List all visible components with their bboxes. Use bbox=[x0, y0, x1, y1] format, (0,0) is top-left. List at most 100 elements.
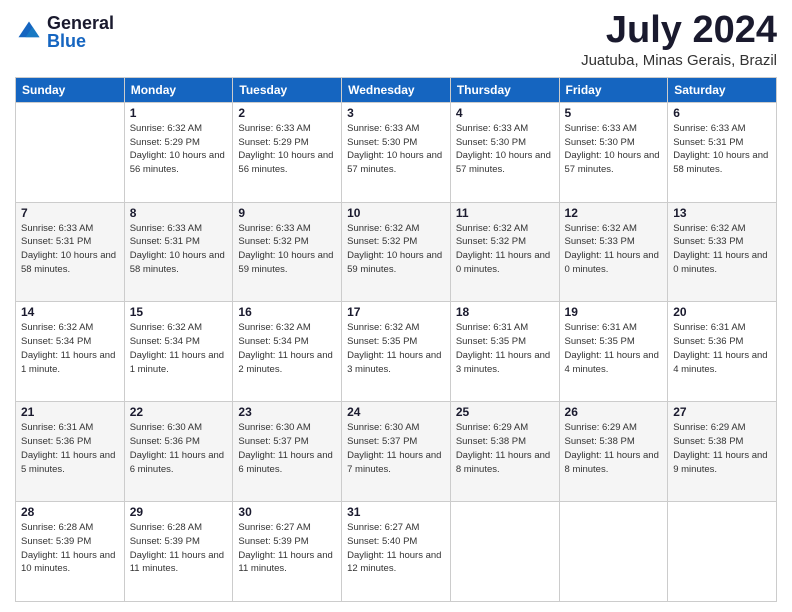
calendar-cell bbox=[668, 502, 777, 602]
day-info: Sunrise: 6:32 AM Sunset: 5:29 PM Dayligh… bbox=[130, 122, 228, 177]
day-info: Sunrise: 6:31 AM Sunset: 5:36 PM Dayligh… bbox=[21, 421, 119, 476]
calendar-cell: 5 Sunrise: 6:33 AM Sunset: 5:30 PM Daylig… bbox=[559, 102, 668, 202]
calendar-cell: 19 Sunrise: 6:31 AM Sunset: 5:35 PM Dayli… bbox=[559, 302, 668, 402]
day-number: 23 bbox=[238, 405, 336, 419]
calendar-cell: 23 Sunrise: 6:30 AM Sunset: 5:37 PM Dayli… bbox=[233, 402, 342, 502]
month-title: July 2024 bbox=[581, 10, 777, 52]
day-info: Sunrise: 6:33 AM Sunset: 5:30 PM Dayligh… bbox=[565, 122, 663, 177]
day-number: 10 bbox=[347, 206, 445, 220]
day-info: Sunrise: 6:32 AM Sunset: 5:32 PM Dayligh… bbox=[347, 222, 445, 277]
calendar-cell: 3 Sunrise: 6:33 AM Sunset: 5:30 PM Daylig… bbox=[342, 102, 451, 202]
calendar-header-thursday: Thursday bbox=[450, 77, 559, 102]
day-number: 17 bbox=[347, 305, 445, 319]
day-number: 9 bbox=[238, 206, 336, 220]
day-info: Sunrise: 6:33 AM Sunset: 5:29 PM Dayligh… bbox=[238, 122, 336, 177]
day-number: 20 bbox=[673, 305, 771, 319]
calendar-cell: 22 Sunrise: 6:30 AM Sunset: 5:36 PM Dayli… bbox=[124, 402, 233, 502]
day-info: Sunrise: 6:27 AM Sunset: 5:40 PM Dayligh… bbox=[347, 521, 445, 576]
day-info: Sunrise: 6:33 AM Sunset: 5:31 PM Dayligh… bbox=[21, 222, 119, 277]
day-info: Sunrise: 6:32 AM Sunset: 5:34 PM Dayligh… bbox=[130, 321, 228, 376]
calendar: SundayMondayTuesdayWednesdayThursdayFrid… bbox=[15, 77, 777, 602]
day-info: Sunrise: 6:27 AM Sunset: 5:39 PM Dayligh… bbox=[238, 521, 336, 576]
day-info: Sunrise: 6:32 AM Sunset: 5:32 PM Dayligh… bbox=[456, 222, 554, 277]
day-number: 26 bbox=[565, 405, 663, 419]
calendar-cell: 27Sunrise: 6:29 AM Sunset: 5:38 PM Dayli… bbox=[668, 402, 777, 502]
day-number: 22 bbox=[130, 405, 228, 419]
day-number: 24 bbox=[347, 405, 445, 419]
day-number: 5 bbox=[565, 106, 663, 120]
day-number: 30 bbox=[238, 505, 336, 519]
day-info: Sunrise: 6:32 AM Sunset: 5:35 PM Dayligh… bbox=[347, 321, 445, 376]
calendar-cell: 31 Sunrise: 6:27 AM Sunset: 5:40 PM Dayli… bbox=[342, 502, 451, 602]
calendar-cell: 26 Sunrise: 6:29 AM Sunset: 5:38 PM Dayli… bbox=[559, 402, 668, 502]
day-number: 27 bbox=[673, 405, 771, 419]
calendar-header-monday: Monday bbox=[124, 77, 233, 102]
day-number: 12 bbox=[565, 206, 663, 220]
day-info: Sunrise: 6:32 AM Sunset: 5:33 PM Dayligh… bbox=[565, 222, 663, 277]
calendar-cell: 10 Sunrise: 6:32 AM Sunset: 5:32 PM Dayli… bbox=[342, 202, 451, 302]
day-number: 1 bbox=[130, 106, 228, 120]
calendar-header-tuesday: Tuesday bbox=[233, 77, 342, 102]
calendar-cell: 17 Sunrise: 6:32 AM Sunset: 5:35 PM Dayli… bbox=[342, 302, 451, 402]
day-number: 4 bbox=[456, 106, 554, 120]
day-number: 11 bbox=[456, 206, 554, 220]
calendar-cell: 15 Sunrise: 6:32 AM Sunset: 5:34 PM Dayli… bbox=[124, 302, 233, 402]
calendar-week-3: 14 Sunrise: 6:32 AM Sunset: 5:34 PM Dayli… bbox=[16, 302, 777, 402]
day-info: Sunrise: 6:33 AM Sunset: 5:31 PM Dayligh… bbox=[130, 222, 228, 277]
day-info: Sunrise: 6:28 AM Sunset: 5:39 PM Dayligh… bbox=[21, 521, 119, 576]
day-info: Sunrise: 6:32 AM Sunset: 5:34 PM Dayligh… bbox=[238, 321, 336, 376]
day-info: Sunrise: 6:28 AM Sunset: 5:39 PM Dayligh… bbox=[130, 521, 228, 576]
calendar-cell: 8 Sunrise: 6:33 AM Sunset: 5:31 PM Daylig… bbox=[124, 202, 233, 302]
day-info: Sunrise: 6:30 AM Sunset: 5:37 PM Dayligh… bbox=[238, 421, 336, 476]
logo: General Blue bbox=[15, 14, 114, 50]
day-number: 15 bbox=[130, 305, 228, 319]
day-number: 8 bbox=[130, 206, 228, 220]
day-number: 31 bbox=[347, 505, 445, 519]
calendar-header-sunday: Sunday bbox=[16, 77, 125, 102]
calendar-cell: 13 Sunrise: 6:32 AM Sunset: 5:33 PM Dayli… bbox=[668, 202, 777, 302]
calendar-cell: 29Sunrise: 6:28 AM Sunset: 5:39 PM Dayli… bbox=[124, 502, 233, 602]
day-number: 21 bbox=[21, 405, 119, 419]
calendar-cell bbox=[559, 502, 668, 602]
calendar-cell: 30 Sunrise: 6:27 AM Sunset: 5:39 PM Dayli… bbox=[233, 502, 342, 602]
day-info: Sunrise: 6:31 AM Sunset: 5:35 PM Dayligh… bbox=[456, 321, 554, 376]
calendar-week-1: 1 Sunrise: 6:32 AM Sunset: 5:29 PM Daylig… bbox=[16, 102, 777, 202]
day-info: Sunrise: 6:31 AM Sunset: 5:35 PM Dayligh… bbox=[565, 321, 663, 376]
logo-blue-text: Blue bbox=[47, 32, 114, 50]
day-number: 13 bbox=[673, 206, 771, 220]
calendar-cell: 21 Sunrise: 6:31 AM Sunset: 5:36 PM Dayli… bbox=[16, 402, 125, 502]
calendar-cell: 7 Sunrise: 6:33 AM Sunset: 5:31 PM Daylig… bbox=[16, 202, 125, 302]
calendar-header-friday: Friday bbox=[559, 77, 668, 102]
calendar-cell: 4 Sunrise: 6:33 AM Sunset: 5:30 PM Daylig… bbox=[450, 102, 559, 202]
day-info: Sunrise: 6:32 AM Sunset: 5:34 PM Dayligh… bbox=[21, 321, 119, 376]
calendar-cell: 14 Sunrise: 6:32 AM Sunset: 5:34 PM Dayli… bbox=[16, 302, 125, 402]
day-info: Sunrise: 6:33 AM Sunset: 5:30 PM Dayligh… bbox=[456, 122, 554, 177]
logo-icon bbox=[15, 18, 43, 46]
day-info: Sunrise: 6:30 AM Sunset: 5:36 PM Dayligh… bbox=[130, 421, 228, 476]
day-info: Sunrise: 6:33 AM Sunset: 5:32 PM Dayligh… bbox=[238, 222, 336, 277]
day-number: 19 bbox=[565, 305, 663, 319]
day-number: 14 bbox=[21, 305, 119, 319]
calendar-cell: 12 Sunrise: 6:32 AM Sunset: 5:33 PM Dayli… bbox=[559, 202, 668, 302]
calendar-cell: 9 Sunrise: 6:33 AM Sunset: 5:32 PM Daylig… bbox=[233, 202, 342, 302]
calendar-cell: 6 Sunrise: 6:33 AM Sunset: 5:31 PM Daylig… bbox=[668, 102, 777, 202]
day-number: 28 bbox=[21, 505, 119, 519]
day-number: 16 bbox=[238, 305, 336, 319]
header: General Blue July 2024 Juatuba, Minas Ge… bbox=[15, 10, 777, 69]
day-number: 3 bbox=[347, 106, 445, 120]
day-info: Sunrise: 6:33 AM Sunset: 5:31 PM Dayligh… bbox=[673, 122, 771, 177]
day-info: Sunrise: 6:32 AM Sunset: 5:33 PM Dayligh… bbox=[673, 222, 771, 277]
calendar-week-5: 28 Sunrise: 6:28 AM Sunset: 5:39 PM Dayli… bbox=[16, 502, 777, 602]
day-info: Sunrise: 6:29 AM Sunset: 5:38 PM Dayligh… bbox=[456, 421, 554, 476]
day-number: 2 bbox=[238, 106, 336, 120]
day-number: 6 bbox=[673, 106, 771, 120]
calendar-cell bbox=[16, 102, 125, 202]
day-info: Sunrise: 6:30 AM Sunset: 5:37 PM Dayligh… bbox=[347, 421, 445, 476]
calendar-cell: 20Sunrise: 6:31 AM Sunset: 5:36 PM Dayli… bbox=[668, 302, 777, 402]
calendar-cell: 18Sunrise: 6:31 AM Sunset: 5:35 PM Dayli… bbox=[450, 302, 559, 402]
calendar-cell: 24 Sunrise: 6:30 AM Sunset: 5:37 PM Dayli… bbox=[342, 402, 451, 502]
day-info: Sunrise: 6:33 AM Sunset: 5:30 PM Dayligh… bbox=[347, 122, 445, 177]
day-number: 7 bbox=[21, 206, 119, 220]
day-info: Sunrise: 6:29 AM Sunset: 5:38 PM Dayligh… bbox=[565, 421, 663, 476]
calendar-cell: 16 Sunrise: 6:32 AM Sunset: 5:34 PM Dayli… bbox=[233, 302, 342, 402]
